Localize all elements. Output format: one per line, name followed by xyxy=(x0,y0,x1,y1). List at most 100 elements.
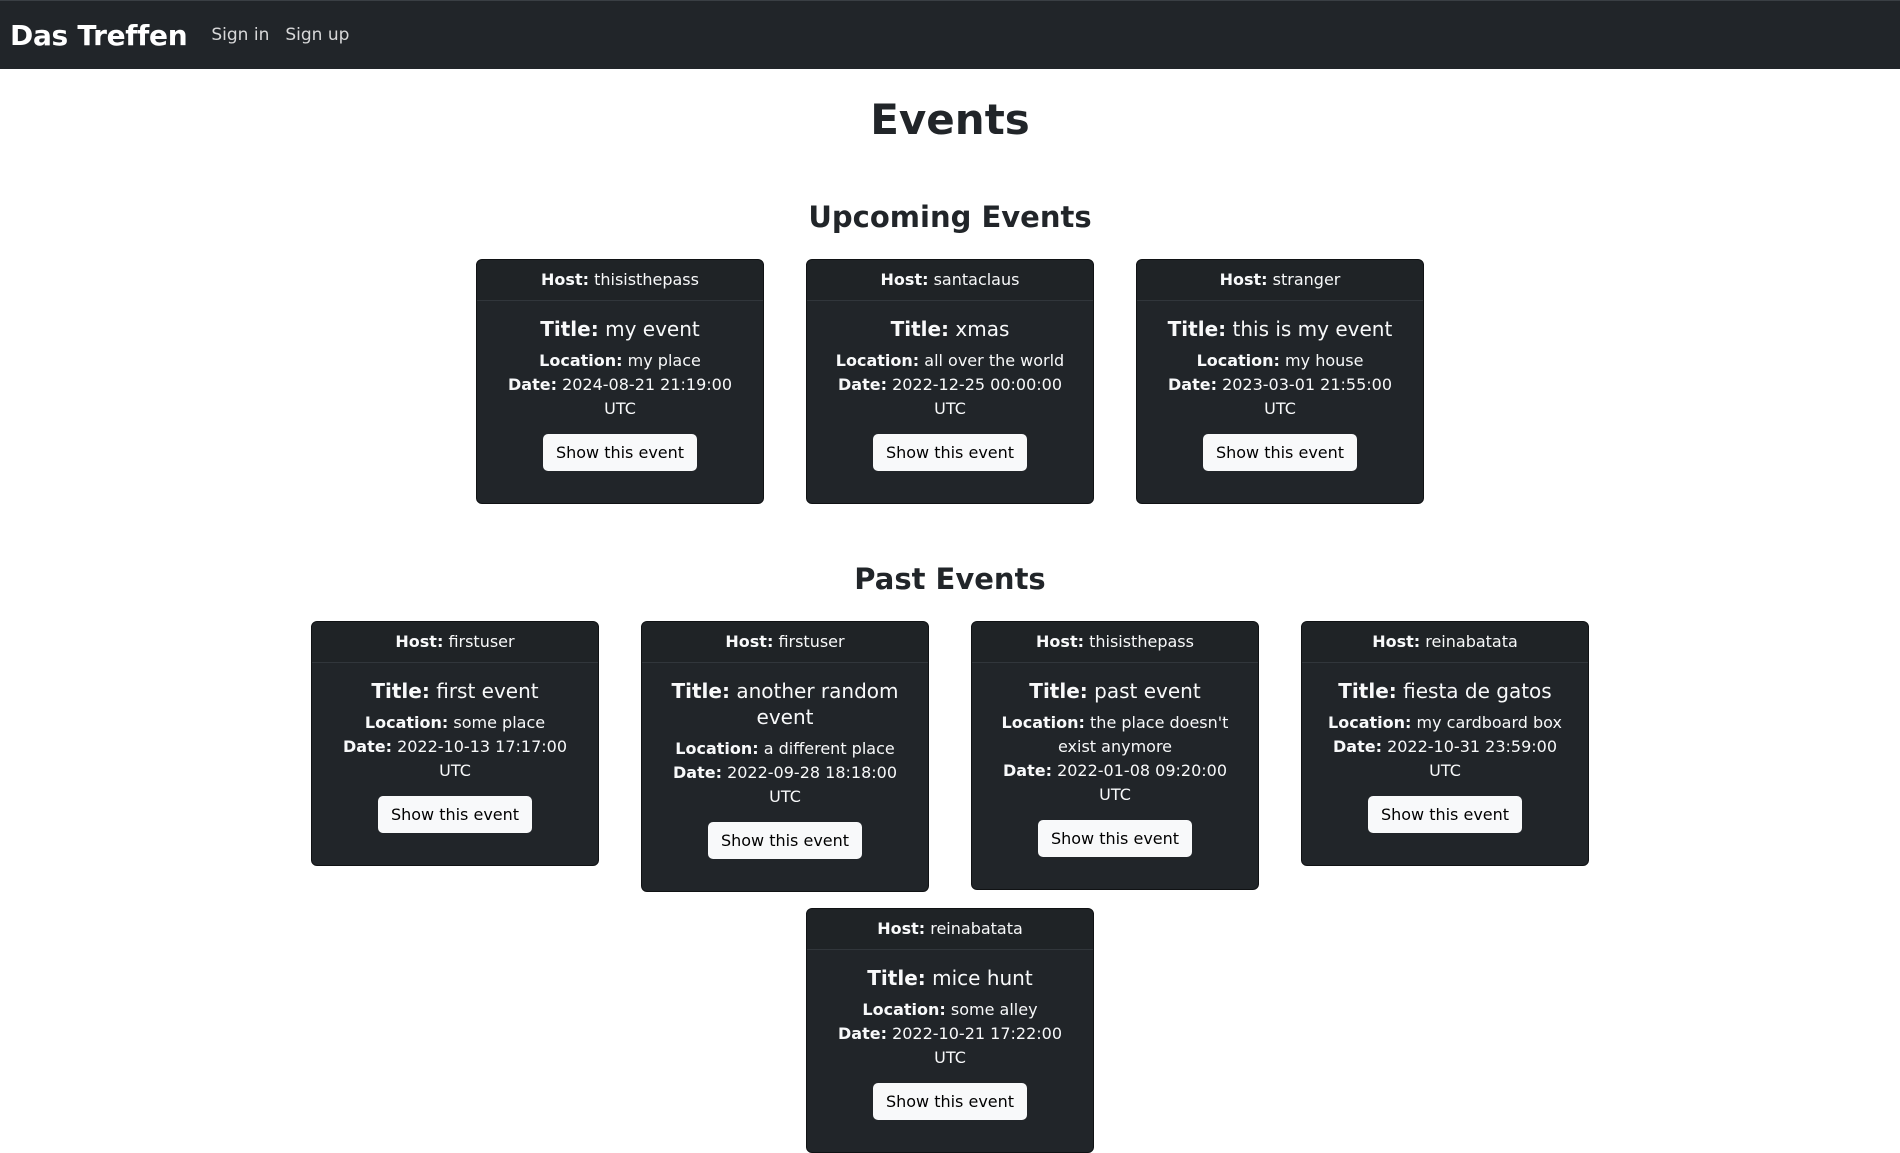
date-value: 2022-10-13 17:17:00 UTC xyxy=(397,737,567,781)
host-value: santaclaus xyxy=(933,270,1020,290)
location-label: Location: xyxy=(835,351,920,371)
event-date: Date: 2022-10-31 23:59:00 UTC xyxy=(1316,735,1574,783)
location-label: Location: xyxy=(1001,713,1085,733)
title-label: Title: xyxy=(371,679,430,704)
event-card: Host: thisisthepass Title: past event Lo… xyxy=(971,621,1259,891)
event-card-body: Title: first event Location: some place … xyxy=(312,663,598,865)
event-host: Host: reinabatata xyxy=(807,909,1093,951)
show-event-button[interactable]: Show this event xyxy=(872,434,1028,472)
event-title: Title: past event xyxy=(986,678,1244,704)
title-value: mice hunt xyxy=(932,966,1033,991)
location-label: Location: xyxy=(862,1000,946,1020)
event-card-body: Title: this is my event Location: my hou… xyxy=(1137,301,1423,503)
event-title: Title: xmas xyxy=(821,316,1079,342)
date-value: 2023-03-01 21:55:00 UTC xyxy=(1222,375,1392,419)
event-date: Date: 2022-10-21 17:22:00 UTC xyxy=(821,1022,1079,1070)
date-label: Date: xyxy=(672,763,722,783)
host-label: Host: xyxy=(1372,632,1421,652)
date-label: Date: xyxy=(1167,375,1217,395)
event-host: Host: thisisthepass xyxy=(477,260,763,302)
location-value: my cardboard box xyxy=(1416,713,1562,733)
event-title: Title: mice hunt xyxy=(821,965,1079,991)
sign-in-link[interactable]: Sign in xyxy=(211,25,269,45)
date-label: Date: xyxy=(837,1024,887,1044)
event-location: Location: my house xyxy=(1151,349,1409,373)
location-value: all over the world xyxy=(924,351,1065,371)
past-events-list: Host: firstuser Title: first event Locat… xyxy=(296,621,1604,1153)
date-value: 2022-01-08 09:20:00 UTC xyxy=(1057,761,1227,805)
show-event-button[interactable]: Show this event xyxy=(1037,820,1193,858)
brand-link[interactable]: Das Treffen xyxy=(10,19,188,52)
date-value: 2022-10-31 23:59:00 UTC xyxy=(1387,737,1557,781)
event-host: Host: reinabatata xyxy=(1302,622,1588,664)
event-card-body: Title: my event Location: my place Date:… xyxy=(477,301,763,503)
event-host: Host: firstuser xyxy=(312,622,598,664)
upcoming-events-list: Host: thisisthepass Title: my event Loca… xyxy=(0,259,1900,505)
host-label: Host: xyxy=(395,632,444,652)
event-host: Host: stranger xyxy=(1137,260,1423,302)
show-event-button[interactable]: Show this event xyxy=(542,434,698,472)
host-label: Host: xyxy=(725,632,774,652)
date-label: Date: xyxy=(1002,761,1052,781)
host-value: stranger xyxy=(1272,270,1341,290)
location-label: Location: xyxy=(364,713,449,733)
host-label: Host: xyxy=(1036,632,1084,652)
date-value: 2022-10-21 17:22:00 UTC xyxy=(892,1024,1062,1068)
show-event-button[interactable]: Show this event xyxy=(377,796,533,834)
event-title: Title: first event xyxy=(326,678,584,704)
page-title: Events xyxy=(870,95,1030,144)
host-value: reinabatata xyxy=(1425,632,1518,652)
date-value: 2024-08-21 21:19:00 UTC xyxy=(562,375,732,419)
event-card: Host: firstuser Title: another random ev… xyxy=(641,621,929,893)
event-location: Location: some place xyxy=(326,711,584,735)
show-event-button[interactable]: Show this event xyxy=(1367,796,1523,834)
title-value: first event xyxy=(436,679,539,704)
event-title: Title: this is my event xyxy=(1151,316,1409,342)
event-card: Host: firstuser Title: first event Locat… xyxy=(311,621,599,867)
event-date: Date: 2022-01-08 09:20:00 UTC xyxy=(986,759,1244,807)
event-card: Host: reinabatata Title: fiesta de gatos… xyxy=(1301,621,1589,867)
location-label: Location: xyxy=(1196,351,1280,371)
host-value: thisisthepass xyxy=(1089,632,1194,652)
title-label: Title: xyxy=(890,317,950,342)
host-value: thisisthepass xyxy=(594,270,699,290)
show-event-button[interactable]: Show this event xyxy=(707,822,863,860)
title-label: Title: xyxy=(1029,679,1088,704)
event-date: Date: 2022-09-28 18:18:00 UTC xyxy=(656,761,914,809)
title-label: Title: xyxy=(1338,679,1397,704)
event-location: Location: the place doesn't exist anymor… xyxy=(986,711,1244,759)
location-label: Location: xyxy=(675,739,759,759)
host-value: firstuser xyxy=(778,632,845,652)
title-value: my event xyxy=(605,317,700,342)
event-card-body: Title: another random event Location: a … xyxy=(642,663,928,891)
event-host: Host: thisisthepass xyxy=(972,622,1258,664)
event-card: Host: reinabatata Title: mice hunt Locat… xyxy=(806,908,1094,1153)
title-value: fiesta de gatos xyxy=(1403,679,1552,704)
host-label: Host: xyxy=(1219,270,1268,290)
title-value: this is my event xyxy=(1232,317,1393,342)
past-events-heading: Past Events xyxy=(854,562,1046,597)
show-event-button[interactable]: Show this event xyxy=(1202,434,1358,472)
event-date: Date: 2024-08-21 21:19:00 UTC xyxy=(491,373,749,421)
event-location: Location: a different place xyxy=(656,737,914,761)
title-label: Title: xyxy=(671,679,730,704)
event-card-body: Title: mice hunt Location: some alley Da… xyxy=(807,950,1093,1152)
event-location: Location: my cardboard box xyxy=(1316,711,1574,735)
event-host: Host: santaclaus xyxy=(807,260,1093,302)
title-label: Title: xyxy=(540,317,599,342)
title-value: past event xyxy=(1094,679,1201,704)
event-location: Location: all over the world xyxy=(821,349,1079,373)
date-label: Date: xyxy=(342,737,392,757)
location-label: Location: xyxy=(1328,713,1412,733)
show-event-button[interactable]: Show this event xyxy=(872,1083,1028,1121)
event-card: Host: stranger Title: this is my event L… xyxy=(1136,259,1424,505)
event-location: Location: my place xyxy=(491,349,749,373)
host-label: Host: xyxy=(541,270,589,290)
sign-up-link[interactable]: Sign up xyxy=(285,25,349,45)
event-date: Date: 2022-10-13 17:17:00 UTC xyxy=(326,735,584,783)
event-date: Date: 2023-03-01 21:55:00 UTC xyxy=(1151,373,1409,421)
location-value: my house xyxy=(1285,351,1364,371)
location-value: my place xyxy=(627,351,701,371)
location-value: some place xyxy=(453,713,546,733)
host-label: Host: xyxy=(877,919,926,939)
